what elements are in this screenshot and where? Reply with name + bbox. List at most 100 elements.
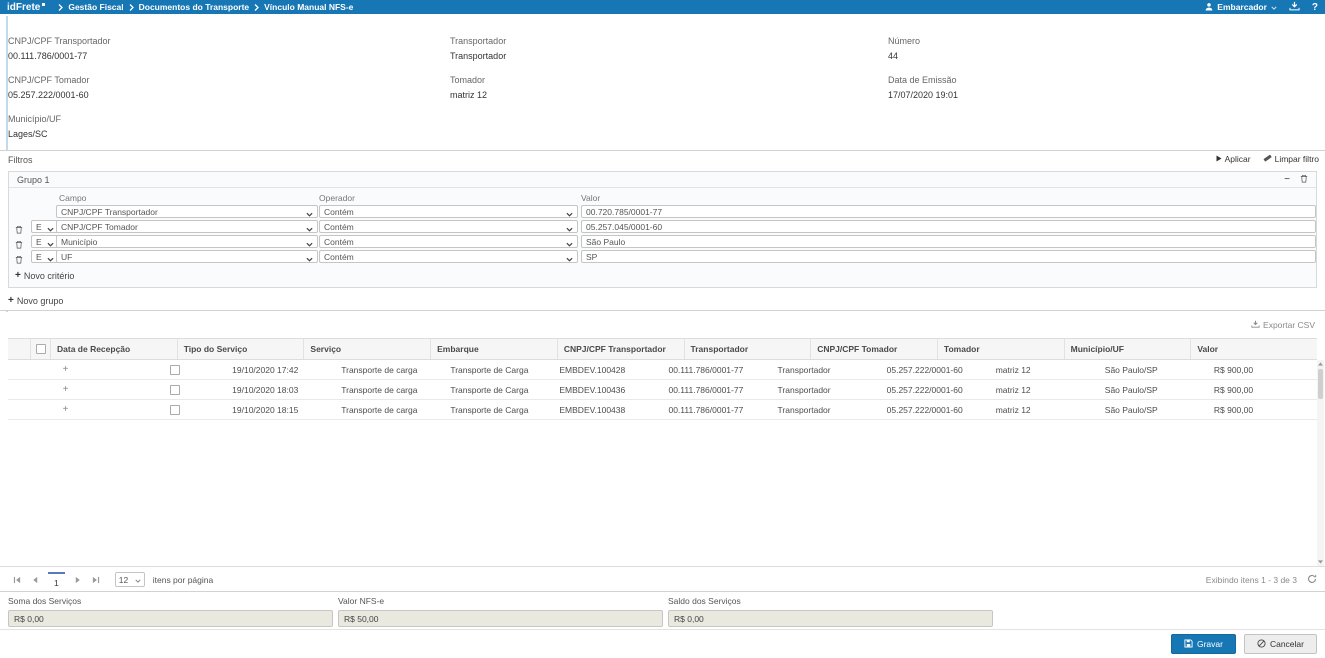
scrollbar-thumb[interactable] [1318,369,1323,399]
expand-row-button[interactable]: + [8,360,117,379]
field-tomador: Tomador matriz 12 [450,75,487,100]
previous-page-button[interactable] [26,576,44,584]
plus-icon: + [8,295,14,306]
criterion-field-select[interactable]: UF [56,250,318,263]
select-all-checkbox[interactable] [30,339,50,359]
breadcrumb-item-gestao-fiscal[interactable]: Gestão Fiscal [68,2,123,12]
apply-filter-button[interactable]: Aplicar [1216,154,1251,164]
checkbox-icon [36,344,46,354]
totals-bar: Soma dos Serviços Valor NFS-e Saldo dos … [0,592,1325,630]
plus-icon: + [15,270,21,281]
column-header-servico[interactable]: Serviço [303,339,430,359]
criterion-field-select[interactable]: Município [56,235,318,248]
criterion-value-input[interactable] [581,205,1316,218]
criterion-row: E CNPJ/CPF Tomador Contém [9,220,1316,233]
criterion-operator-select[interactable]: Contém [319,205,578,218]
grid-header-row: Data de Recepção Tipo do Serviço Serviço… [8,338,1317,360]
scroll-up-icon[interactable] [1317,360,1324,368]
table-row[interactable]: + 19/10/2020 17:42 Transporte de carga T… [8,360,1317,380]
last-page-button[interactable] [87,576,105,584]
criterion-field-select[interactable]: CNPJ/CPF Tomador [56,220,318,233]
delete-group-button[interactable] [1300,174,1308,185]
download-button[interactable] [1289,0,1300,16]
save-button[interactable]: Gravar [1171,634,1236,654]
vertical-scrollbar[interactable] [1317,360,1324,566]
total-value-input [668,610,993,627]
chevron-right-icon [58,4,63,11]
filters-panel: Filtros Aplicar Limpar filtro Grupo 1 − … [0,150,1325,311]
column-header-cnpj-transportador[interactable]: CNPJ/CPF Transportador [557,339,684,359]
cell-servico: Transporte de Carga [444,380,553,399]
cell-municipio-uf: São Paulo/SP [1099,360,1208,379]
cell-tipo-servico: Transporte de carga [335,360,444,379]
field-cnpj-transportador: CNPJ/CPF Transportador 00.111.786/0001-7… [8,36,111,61]
cell-data-recepcao: 19/10/2020 18:03 [226,380,335,399]
column-header-valor[interactable]: Valor [1190,339,1317,359]
criterion-operator-select[interactable]: Contém [319,250,578,263]
table-row[interactable]: + 19/10/2020 18:03 Transporte de carga T… [8,380,1317,400]
filters-title: Filtros [8,155,33,165]
cell-servico: Transporte de Carga [444,400,553,419]
breadcrumb: Gestão Fiscal Documentos do Transporte V… [53,2,353,12]
column-header-cnpj-tomador[interactable]: CNPJ/CPF Tomador [810,339,937,359]
filter-group-header: Grupo 1 − [9,172,1316,188]
breadcrumb-item-documentos-transporte[interactable]: Documentos do Transporte [139,2,250,12]
field-value: 00.111.786/0001-77 [8,51,111,61]
help-button[interactable]: ? [1312,2,1318,13]
chevron-down-icon [1271,2,1277,12]
field-cnpj-tomador: CNPJ/CPF Tomador 05.257.222/0001-60 [8,75,89,100]
criterion-field-select[interactable]: CNPJ/CPF Transportador [56,205,318,218]
clear-filter-button[interactable]: Limpar filtro [1263,154,1319,164]
expand-row-button[interactable]: + [8,400,117,419]
column-header-data-recepcao[interactable]: Data de Recepção [50,339,177,359]
results-grid: Exportar CSV Data de Recepção Tipo do Se… [0,312,1325,592]
new-group-button[interactable]: + Novo grupo [8,295,63,306]
scroll-down-icon[interactable] [1317,558,1324,566]
column-header-embarque[interactable]: Embarque [430,339,557,359]
delete-criterion-button[interactable] [15,251,23,269]
new-criterion-button[interactable]: + Novo critério [15,270,74,281]
column-header-tomador[interactable]: Tomador [937,339,1064,359]
cell-valor: R$ 900,00 [1208,360,1317,379]
column-header-tipo-servico[interactable]: Tipo do Serviço [177,339,304,359]
field-label: Tomador [450,75,487,85]
criterion-value-input[interactable] [581,250,1316,263]
field-value: Transportador [450,51,506,61]
next-page-button[interactable] [69,576,87,584]
criterion-value-input[interactable] [581,220,1316,233]
criterion-logic-select[interactable]: E [31,235,59,248]
user-menu-embarcador[interactable]: Embarcador [1205,2,1277,13]
chevron-down-icon [306,224,313,234]
page-size-select[interactable]: 12 [115,572,145,587]
total-value-input [338,610,663,627]
first-page-button[interactable] [8,576,26,584]
grid-body: + 19/10/2020 17:42 Transporte de carga T… [8,360,1317,420]
expand-column-header [8,339,30,359]
criterion-value-input[interactable] [581,235,1316,248]
criterion-logic-select[interactable]: E [31,250,59,263]
cancel-button[interactable]: Cancelar [1244,634,1317,654]
cell-valor: R$ 900,00 [1208,400,1317,419]
criterion-operator-select[interactable]: Contém [319,220,578,233]
page-number[interactable]: 1 [48,572,65,588]
collapse-group-button[interactable]: − [1284,175,1290,185]
breadcrumb-item-vinculo-manual-nfse[interactable]: Vínculo Manual NFS-e [264,2,353,12]
column-header-transportador[interactable]: Transportador [684,339,811,359]
chevron-down-icon [566,224,573,234]
field-label: Data de Emissão [888,75,958,85]
export-csv-button[interactable]: Exportar CSV [1251,320,1315,330]
cell-tomador: matriz 12 [990,400,1099,419]
criterion-logic-select[interactable]: E [31,220,59,233]
refresh-button[interactable] [1307,574,1317,586]
expand-row-button[interactable]: + [8,380,117,399]
criterion-row: E Município Contém [9,235,1316,248]
row-checkbox[interactable] [117,400,226,419]
column-header-municipio-uf[interactable]: Município/UF [1064,339,1191,359]
chevron-down-icon [47,224,54,234]
chevron-down-icon [306,209,313,219]
row-checkbox[interactable] [117,380,226,399]
table-row[interactable]: + 19/10/2020 18:15 Transporte de carga T… [8,400,1317,420]
field-label: CNPJ/CPF Tomador [8,75,89,85]
row-checkbox[interactable] [117,360,226,379]
criterion-operator-select[interactable]: Contém [319,235,578,248]
